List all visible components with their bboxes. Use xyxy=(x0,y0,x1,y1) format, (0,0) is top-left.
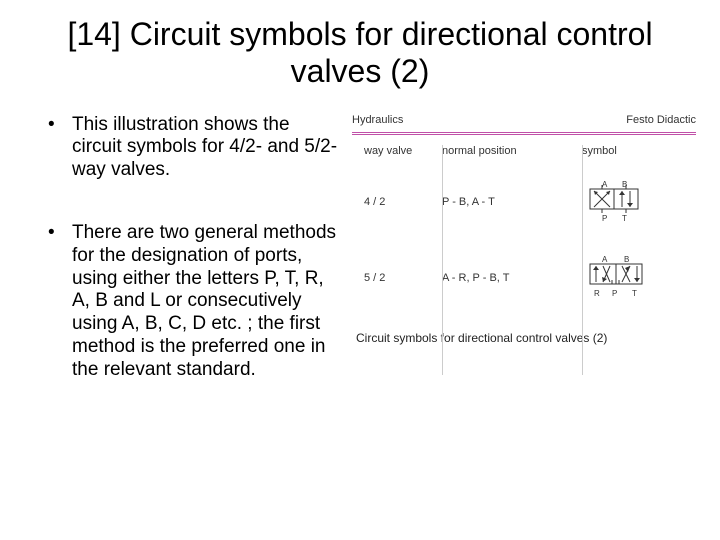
col-header: normal position xyxy=(442,145,582,157)
bullet-item: There are two general methods for the de… xyxy=(48,222,344,382)
diagram-caption: Circuit symbols for directional control … xyxy=(352,331,696,345)
svg-text:T: T xyxy=(622,214,627,223)
table-row: 4 / 2 P - B, A - T A B xyxy=(352,179,696,226)
svg-text:P: P xyxy=(602,214,607,223)
symbol-cell: A B xyxy=(582,254,696,303)
way-valve-cell: 4 / 2 xyxy=(352,196,442,208)
svg-text:B: B xyxy=(622,180,627,189)
col-header: symbol xyxy=(582,145,696,157)
svg-text:A: A xyxy=(602,255,608,264)
svg-text:A: A xyxy=(602,180,608,189)
bullet-list: This illustration shows the circuit symb… xyxy=(24,114,344,422)
way-valve-cell: 5 / 2 xyxy=(352,272,442,284)
valve-symbol-5-2: A B xyxy=(582,254,652,300)
diagram-columns: way valve normal position symbol xyxy=(352,145,696,157)
col-header: way valve xyxy=(352,145,442,157)
diagram-header-right: Festo Didactic xyxy=(626,114,696,126)
bullet-item: This illustration shows the circuit symb… xyxy=(48,114,344,182)
normal-position-cell: P - B, A - T xyxy=(442,196,582,208)
table-row: 5 / 2 A - R, P - B, T A B xyxy=(352,254,696,303)
symbol-cell: A B xyxy=(582,179,696,226)
svg-text:B: B xyxy=(624,255,629,264)
svg-text:T: T xyxy=(632,289,637,298)
diagram-panel: Hydraulics Festo Didactic way valve norm… xyxy=(344,114,696,422)
divider xyxy=(352,132,696,135)
svg-text:R: R xyxy=(594,289,600,298)
svg-text:P: P xyxy=(612,289,617,298)
content: This illustration shows the circuit symb… xyxy=(24,114,696,422)
page-title: [14] Circuit symbols for directional con… xyxy=(24,16,696,90)
normal-position-cell: A - R, P - B, T xyxy=(442,272,582,284)
diagram-header-left: Hydraulics xyxy=(352,114,422,126)
valve-symbol-4-2: A B xyxy=(582,179,646,223)
